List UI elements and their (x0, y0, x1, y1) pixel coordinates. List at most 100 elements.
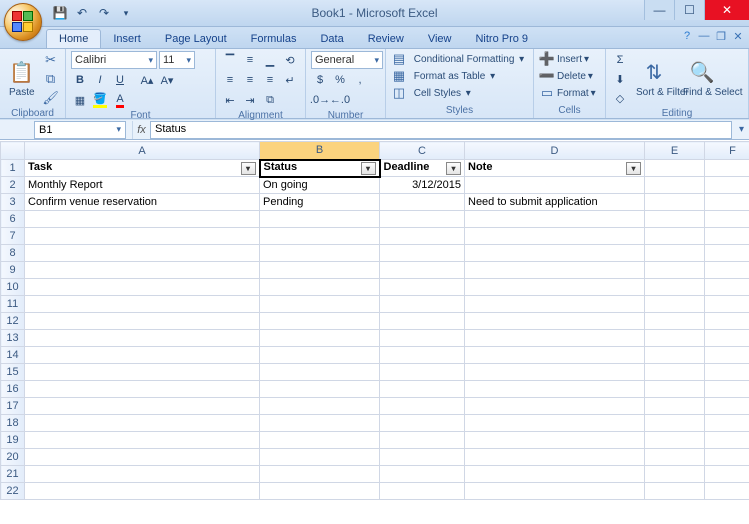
decrease-indent-button[interactable]: ⇤ (221, 91, 239, 109)
cell-E17[interactable] (645, 398, 705, 415)
cell-F2[interactable] (705, 177, 749, 194)
cell-C15[interactable] (380, 364, 465, 381)
cell-C10[interactable] (380, 279, 465, 296)
align-top-button[interactable]: ▔ (221, 51, 239, 69)
row-header-18[interactable]: 18 (1, 415, 25, 432)
cell-B17[interactable] (260, 398, 380, 415)
cell-C3[interactable] (380, 194, 465, 211)
tab-home[interactable]: Home (46, 29, 101, 48)
formula-input[interactable]: Status (150, 121, 732, 139)
row-header-13[interactable]: 13 (1, 330, 25, 347)
cell-A6[interactable] (25, 211, 260, 228)
cell-F13[interactable] (705, 330, 749, 347)
tab-insert[interactable]: Insert (101, 30, 153, 48)
cell-B20[interactable] (260, 449, 380, 466)
cell-F11[interactable] (705, 296, 749, 313)
cell-B8[interactable] (260, 245, 380, 262)
cell-D18[interactable] (465, 415, 645, 432)
cell-F18[interactable] (705, 415, 749, 432)
cell-F17[interactable] (705, 398, 749, 415)
format-cells-button[interactable]: ▭Format▾ (539, 85, 600, 101)
col-header-F[interactable]: F (705, 142, 749, 160)
cell-C12[interactable] (380, 313, 465, 330)
align-right-button[interactable]: ≡ (261, 71, 279, 89)
autosum-button[interactable]: Σ (611, 51, 629, 69)
cell-D10[interactable] (465, 279, 645, 296)
cell-B2[interactable]: On going (260, 177, 380, 194)
cell-F21[interactable] (705, 466, 749, 483)
cell-D20[interactable] (465, 449, 645, 466)
fx-button[interactable]: fx (132, 121, 150, 139)
cell-D6[interactable] (465, 211, 645, 228)
font-size-combo[interactable]: 11▾ (159, 51, 195, 69)
cell-D11[interactable] (465, 296, 645, 313)
close-button[interactable]: ✕ (704, 0, 749, 20)
filter-button-D[interactable]: ▾ (626, 162, 641, 175)
cell-B7[interactable] (260, 228, 380, 245)
cell-B6[interactable] (260, 211, 380, 228)
cell-C18[interactable] (380, 415, 465, 432)
cell-A3[interactable]: Confirm venue reservation (25, 194, 260, 211)
row-header-1[interactable]: 1 (1, 160, 25, 177)
cell-D1[interactable]: Note▾ (465, 160, 645, 177)
cell-F14[interactable] (705, 347, 749, 364)
cell-E19[interactable] (645, 432, 705, 449)
cell-E8[interactable] (645, 245, 705, 262)
row-header-19[interactable]: 19 (1, 432, 25, 449)
format-painter-button[interactable]: 🖌 (42, 89, 60, 107)
cell-A14[interactable] (25, 347, 260, 364)
row-header-15[interactable]: 15 (1, 364, 25, 381)
cell-E22[interactable] (645, 483, 705, 500)
fill-color-button[interactable]: 🪣 (91, 91, 109, 109)
row-header-9[interactable]: 9 (1, 262, 25, 279)
row-header-14[interactable]: 14 (1, 347, 25, 364)
cell-D14[interactable] (465, 347, 645, 364)
percent-button[interactable]: % (331, 71, 349, 89)
cell-A12[interactable] (25, 313, 260, 330)
underline-button[interactable]: U (111, 71, 129, 89)
row-header-20[interactable]: 20 (1, 449, 25, 466)
cell-C1[interactable]: Deadline▾ (380, 160, 465, 177)
cell-F3[interactable] (705, 194, 749, 211)
align-bottom-button[interactable]: ▁ (261, 51, 279, 69)
tab-formulas[interactable]: Formulas (239, 30, 309, 48)
increase-decimal-button[interactable]: .0→ (311, 91, 329, 109)
cell-F22[interactable] (705, 483, 749, 500)
cell-B18[interactable] (260, 415, 380, 432)
cell-E15[interactable] (645, 364, 705, 381)
row-header-16[interactable]: 16 (1, 381, 25, 398)
cell-F9[interactable] (705, 262, 749, 279)
cell-F6[interactable] (705, 211, 749, 228)
row-header-6[interactable]: 6 (1, 211, 25, 228)
cell-C17[interactable] (380, 398, 465, 415)
cell-A7[interactable] (25, 228, 260, 245)
cell-F15[interactable] (705, 364, 749, 381)
cell-E6[interactable] (645, 211, 705, 228)
cell-A2[interactable]: Monthly Report (25, 177, 260, 194)
filter-button-B[interactable]: ▾ (361, 162, 376, 175)
cell-E1[interactable] (645, 160, 705, 177)
tab-view[interactable]: View (416, 30, 464, 48)
tab-nitro[interactable]: Nitro Pro 9 (463, 30, 540, 48)
filter-button-A[interactable]: ▾ (241, 162, 256, 175)
col-header-E[interactable]: E (645, 142, 705, 160)
cell-A10[interactable] (25, 279, 260, 296)
select-all-corner[interactable] (1, 142, 25, 160)
cell-B9[interactable] (260, 262, 380, 279)
cell-F16[interactable] (705, 381, 749, 398)
cell-B1[interactable]: Status▾ (260, 160, 380, 177)
cell-E20[interactable] (645, 449, 705, 466)
save-icon[interactable]: 💾 (50, 3, 70, 23)
cell-C14[interactable] (380, 347, 465, 364)
cell-A16[interactable] (25, 381, 260, 398)
cell-D16[interactable] (465, 381, 645, 398)
format-as-table-button[interactable]: ▦ Format as Table ▾ (391, 68, 528, 84)
cell-E13[interactable] (645, 330, 705, 347)
cell-A21[interactable] (25, 466, 260, 483)
worksheet-grid[interactable]: ABCDEF1Task▾Status▾Deadline▾Note▾2Monthl… (0, 141, 749, 524)
cell-F10[interactable] (705, 279, 749, 296)
row-header-3[interactable]: 3 (1, 194, 25, 211)
cell-A19[interactable] (25, 432, 260, 449)
align-left-button[interactable]: ≡ (221, 71, 239, 89)
row-header-7[interactable]: 7 (1, 228, 25, 245)
